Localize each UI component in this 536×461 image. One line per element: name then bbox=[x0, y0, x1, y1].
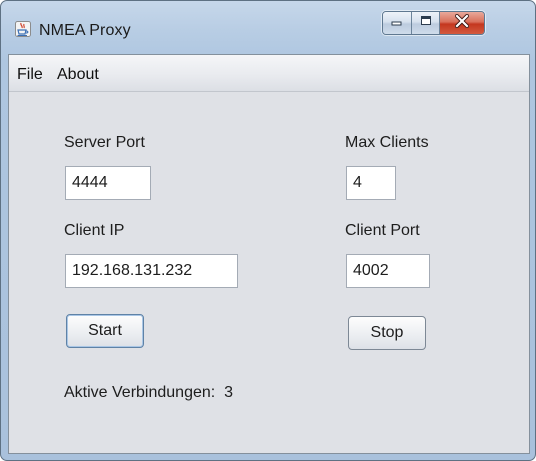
app-window: NMEA Proxy File About Server Port Max Cl… bbox=[0, 0, 536, 461]
window-title: NMEA Proxy bbox=[39, 22, 131, 39]
client-area: File About Server Port Max Clients Clien… bbox=[8, 54, 530, 454]
server-port-field[interactable] bbox=[65, 166, 151, 200]
menu-file[interactable]: File bbox=[17, 66, 43, 84]
minimize-icon bbox=[391, 14, 403, 32]
server-port-label: Server Port bbox=[64, 134, 145, 151]
active-connections-status: Aktive Verbindungen: 3 bbox=[64, 384, 234, 401]
menu-about[interactable]: About bbox=[57, 66, 99, 84]
max-clients-label: Max Clients bbox=[345, 134, 429, 151]
menu-bar: File About bbox=[9, 55, 529, 92]
java-cup-icon bbox=[15, 21, 31, 37]
window-controls bbox=[382, 11, 485, 35]
close-button[interactable] bbox=[440, 12, 484, 34]
stop-button[interactable]: Stop bbox=[348, 316, 426, 350]
close-icon bbox=[454, 12, 470, 33]
client-port-field[interactable] bbox=[346, 254, 430, 288]
maximize-icon bbox=[420, 14, 432, 32]
form-panel: Server Port Max Clients Client IP Client… bbox=[9, 92, 529, 453]
max-clients-field[interactable] bbox=[346, 166, 396, 200]
maximize-button[interactable] bbox=[412, 12, 440, 34]
minimize-button[interactable] bbox=[383, 12, 412, 34]
client-ip-label: Client IP bbox=[64, 222, 125, 239]
start-button[interactable]: Start bbox=[66, 314, 144, 348]
client-ip-field[interactable] bbox=[65, 254, 238, 288]
title-bar[interactable]: NMEA Proxy bbox=[1, 1, 535, 51]
client-port-label: Client Port bbox=[345, 222, 420, 239]
